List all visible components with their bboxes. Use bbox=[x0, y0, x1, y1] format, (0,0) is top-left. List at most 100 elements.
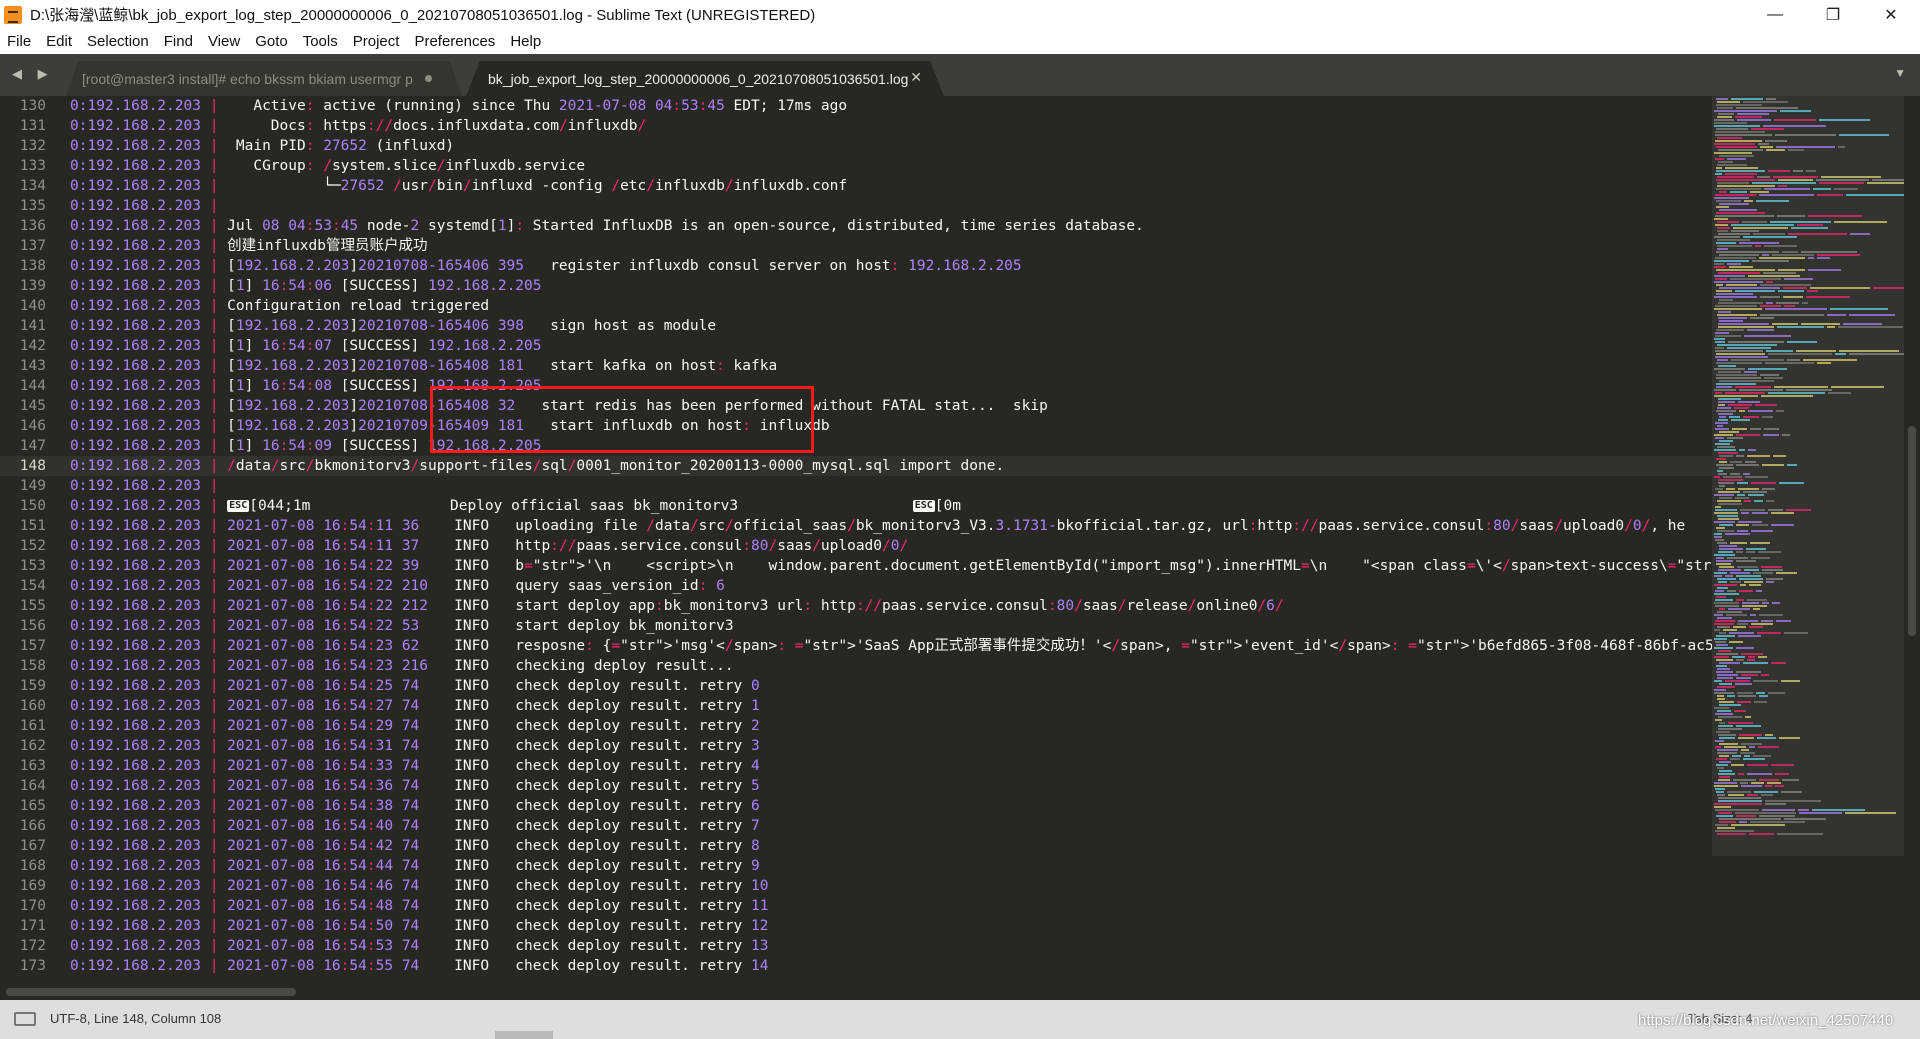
code-line[interactable]: 168 0:192.168.2.203 | 2021-07-08 16:54:44… bbox=[0, 856, 1712, 876]
menu-edit[interactable]: Edit bbox=[46, 33, 72, 50]
code-line[interactable]: 158 0:192.168.2.203 | 2021-07-08 16:54:23… bbox=[0, 656, 1712, 676]
code-line[interactable]: 151 0:192.168.2.203 | 2021-07-08 16:54:11… bbox=[0, 516, 1712, 536]
minimap-line bbox=[1718, 650, 1731, 652]
code-line[interactable]: 170 0:192.168.2.203 | 2021-07-08 16:54:48… bbox=[0, 896, 1712, 916]
vertical-scrollbar[interactable] bbox=[1904, 96, 1920, 984]
menu-selection[interactable]: Selection bbox=[87, 33, 149, 50]
code-line[interactable]: 171 0:192.168.2.203 | 2021-07-08 16:54:50… bbox=[0, 916, 1712, 936]
horizontal-scroll-thumb[interactable] bbox=[6, 988, 296, 996]
minimap-line bbox=[1717, 164, 1747, 166]
code-line[interactable]: 147 0:192.168.2.203 | [1] 16:54:09 [SUCCE… bbox=[0, 436, 1712, 456]
code-line[interactable]: 153 0:192.168.2.203 | 2021-07-08 16:54:22… bbox=[0, 556, 1712, 576]
vertical-scroll-thumb[interactable] bbox=[1908, 426, 1916, 636]
minimap-line bbox=[1748, 656, 1755, 658]
code-line[interactable]: 132 0:192.168.2.203 | Main PID: 27652 (in… bbox=[0, 136, 1712, 156]
minimap-line bbox=[1719, 416, 1726, 418]
code-line[interactable]: 149 0:192.168.2.203 | bbox=[0, 476, 1712, 496]
code-line[interactable]: 140 0:192.168.2.203 | Configuration reloa… bbox=[0, 296, 1712, 316]
code-line[interactable]: 155 0:192.168.2.203 | 2021-07-08 16:54:22… bbox=[0, 596, 1712, 616]
code-line[interactable]: 130 0:192.168.2.203 | Active: active (run… bbox=[0, 96, 1712, 116]
minimap-line bbox=[1839, 350, 1899, 352]
code-line[interactable]: 148 0:192.168.2.203 | /data/src/bkmonitor… bbox=[0, 456, 1712, 476]
tab-log-file[interactable]: bk_job_export_log_step_20000000006_0_202… bbox=[466, 61, 944, 96]
code-line[interactable]: 135 0:192.168.2.203 | bbox=[0, 196, 1712, 216]
tabs-dropdown-icon[interactable]: ▼ bbox=[1894, 66, 1906, 80]
horizontal-scrollbar[interactable] bbox=[0, 984, 1904, 1000]
code-line[interactable]: 150 0:192.168.2.203 | ESC [044;1m Deploy o… bbox=[0, 496, 1712, 516]
minimap-line bbox=[1718, 800, 1762, 802]
minimap-line bbox=[1717, 182, 1749, 184]
minimize-button[interactable]: — bbox=[1746, 0, 1804, 29]
code-line[interactable]: 136 0:192.168.2.203 | Jul 08 04:53:45 nod… bbox=[0, 216, 1712, 236]
minimap-line bbox=[1714, 533, 1722, 535]
code-line[interactable]: 161 0:192.168.2.203 | 2021-07-08 16:54:29… bbox=[0, 716, 1712, 736]
panel-toggle-icon[interactable] bbox=[14, 1012, 36, 1026]
minimap[interactable] bbox=[1712, 96, 1904, 984]
code-line[interactable]: 141 0:192.168.2.203 | [192.168.2.203]2021… bbox=[0, 316, 1712, 336]
minimap-line bbox=[1776, 572, 1797, 574]
minimap-line bbox=[1729, 266, 1753, 268]
minimap-line bbox=[1757, 737, 1776, 739]
code-line[interactable]: 131 0:192.168.2.203 | Docs: https://docs.… bbox=[0, 116, 1712, 136]
code-line[interactable]: 160 0:192.168.2.203 | 2021-07-08 16:54:27… bbox=[0, 696, 1712, 716]
restore-button[interactable]: ❐ bbox=[1804, 0, 1862, 29]
code-line[interactable]: 163 0:192.168.2.203 | 2021-07-08 16:54:33… bbox=[0, 756, 1712, 776]
tab-terminal-notes[interactable]: [root@master3 install]# echo bkssm bkiam… bbox=[66, 61, 462, 96]
code-line[interactable]: 165 0:192.168.2.203 | 2021-07-08 16:54:38… bbox=[0, 796, 1712, 816]
minimap-line bbox=[1736, 725, 1761, 727]
minimap-line bbox=[1729, 416, 1740, 418]
menu-tools[interactable]: Tools bbox=[303, 33, 338, 50]
minimap-line bbox=[1727, 263, 1741, 265]
code-line[interactable]: 145 0:192.168.2.203 | [192.168.2.203]2021… bbox=[0, 396, 1712, 416]
menu-file[interactable]: File bbox=[7, 33, 31, 50]
code-line[interactable]: 156 0:192.168.2.203 | 2021-07-08 16:54:22… bbox=[0, 616, 1712, 636]
code-line[interactable]: 133 0:192.168.2.203 | CGroup: /system.sli… bbox=[0, 156, 1712, 176]
minimap-line bbox=[1716, 98, 1728, 100]
code-line[interactable]: 157 0:192.168.2.203 | 2021-07-08 16:54:23… bbox=[0, 636, 1712, 656]
minimap-line bbox=[1718, 773, 1735, 775]
minimap-line bbox=[1719, 743, 1738, 745]
code-line[interactable]: 164 0:192.168.2.203 | 2021-07-08 16:54:36… bbox=[0, 776, 1712, 796]
tab-close-icon[interactable]: ✕ bbox=[910, 69, 922, 86]
minimap-line bbox=[1768, 392, 1825, 394]
menu-view[interactable]: View bbox=[208, 33, 240, 50]
code-line[interactable]: 172 0:192.168.2.203 | 2021-07-08 16:54:53… bbox=[0, 936, 1712, 956]
code-line[interactable]: 143 0:192.168.2.203 | [192.168.2.203]2021… bbox=[0, 356, 1712, 376]
code-line[interactable]: 137 0:192.168.2.203 | 创建influxdb管理员账户成功 bbox=[0, 236, 1712, 256]
code-line[interactable]: 146 0:192.168.2.203 | [192.168.2.203]2021… bbox=[0, 416, 1712, 436]
menu-help[interactable]: Help bbox=[510, 33, 541, 50]
minimap-line bbox=[1719, 431, 1739, 433]
code-line[interactable]: 154 0:192.168.2.203 | 2021-07-08 16:54:22… bbox=[0, 576, 1712, 596]
line-number: 148 bbox=[19, 458, 46, 474]
minimap-line bbox=[1753, 680, 1778, 682]
menu-preferences[interactable]: Preferences bbox=[414, 33, 495, 50]
code-line[interactable]: 173 0:192.168.2.203 | 2021-07-08 16:54:55… bbox=[0, 956, 1712, 976]
code-line[interactable]: 144 0:192.168.2.203 | [1] 16:54:08 [SUCCE… bbox=[0, 376, 1712, 396]
minimap-line bbox=[1729, 632, 1754, 634]
code-line[interactable]: 167 0:192.168.2.203 | 2021-07-08 16:54:42… bbox=[0, 836, 1712, 856]
tab-nav-arrows-icon[interactable]: ◀ ▶ bbox=[12, 66, 54, 82]
code-line[interactable]: 138 0:192.168.2.203 | [192.168.2.203]2021… bbox=[0, 256, 1712, 276]
minimap-line bbox=[1737, 113, 1769, 115]
minimap-line bbox=[1715, 332, 1729, 334]
code-line[interactable]: 139 0:192.168.2.203 | [1] 16:54:06 [SUCCE… bbox=[0, 276, 1712, 296]
editor-text-area[interactable]: 130 0:192.168.2.203 | Active: active (run… bbox=[0, 96, 1712, 984]
code-line[interactable]: 166 0:192.168.2.203 | 2021-07-08 16:54:40… bbox=[0, 816, 1712, 836]
code-line[interactable]: 134 0:192.168.2.203 | └─27652 /usr/bin/in… bbox=[0, 176, 1712, 196]
code-line[interactable]: 152 0:192.168.2.203 | 2021-07-08 16:54:11… bbox=[0, 536, 1712, 556]
code-line[interactable]: 162 0:192.168.2.203 | 2021-07-08 16:54:31… bbox=[0, 736, 1712, 756]
minimap-line bbox=[1741, 653, 1763, 655]
minimap-line bbox=[1715, 605, 1739, 607]
minimap-line bbox=[1719, 755, 1729, 757]
minimap-line bbox=[1765, 785, 1772, 787]
menu-find[interactable]: Find bbox=[164, 33, 193, 50]
menu-project[interactable]: Project bbox=[353, 33, 400, 50]
code-line[interactable]: 142 0:192.168.2.203 | [1] 16:54:07 [SUCCE… bbox=[0, 336, 1712, 356]
menu-goto[interactable]: Goto bbox=[255, 33, 288, 50]
minimap-line bbox=[1718, 728, 1742, 730]
code-line[interactable]: 159 0:192.168.2.203 | 2021-07-08 16:54:25… bbox=[0, 676, 1712, 696]
line-number: 132 bbox=[19, 138, 46, 154]
code-line[interactable]: 169 0:192.168.2.203 | 2021-07-08 16:54:46… bbox=[0, 876, 1712, 896]
close-button[interactable]: ✕ bbox=[1862, 0, 1920, 29]
minimap-line bbox=[1719, 497, 1732, 499]
